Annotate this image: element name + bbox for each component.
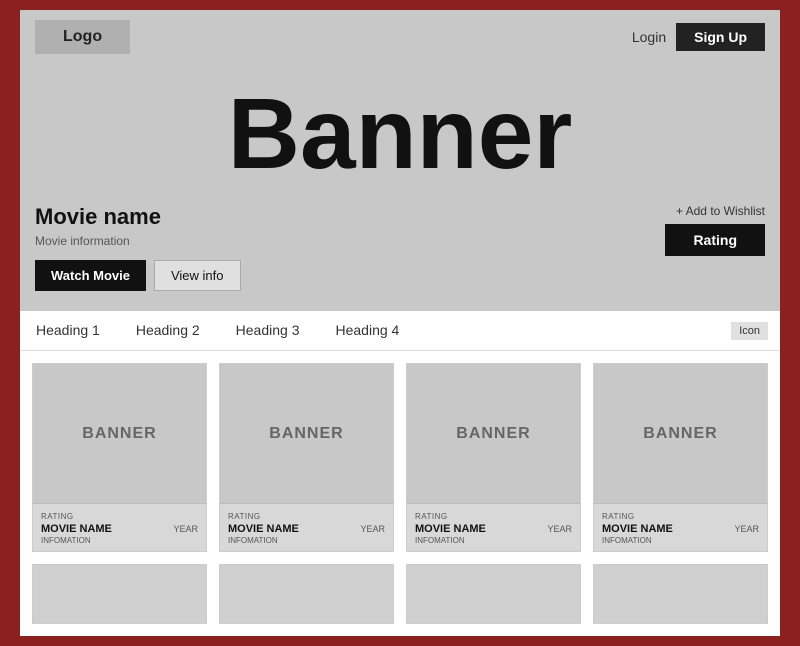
card-year: YEAR xyxy=(360,524,385,534)
card-info: RATING MOVIE NAME YEAR INFOMATION xyxy=(407,504,580,551)
movie-information: Movie information xyxy=(35,234,241,248)
movie-card-partial[interactable] xyxy=(593,564,768,624)
card-year: YEAR xyxy=(547,524,572,534)
card-movie-name: MOVIE NAME xyxy=(228,523,299,535)
logo: Logo xyxy=(35,20,130,54)
movie-card-partial[interactable] xyxy=(219,564,394,624)
header: Logo Login Sign Up xyxy=(20,10,780,64)
movie-card-partial[interactable] xyxy=(32,564,207,624)
nav-icon-button[interactable]: Icon xyxy=(731,322,768,340)
card-movie-name: MOVIE NAME xyxy=(602,523,673,535)
card-year: YEAR xyxy=(173,524,198,534)
movie-card[interactable]: BANNER RATING MOVIE NAME YEAR INFOMATION xyxy=(593,363,768,552)
movie-card[interactable]: BANNER RATING MOVIE NAME YEAR INFOMATION xyxy=(32,363,207,552)
movie-right: + Add to Wishlist Rating xyxy=(665,204,765,256)
card-movie-name-row: MOVIE NAME YEAR xyxy=(228,523,385,535)
movie-grid: BANNER RATING MOVIE NAME YEAR INFOMATION… xyxy=(32,363,768,552)
nav-tabs-row: Heading 1 Heading 2 Heading 3 Heading 4 … xyxy=(20,311,780,351)
card-rating-label: RATING xyxy=(415,512,572,521)
card-movie-name-row: MOVIE NAME YEAR xyxy=(602,523,759,535)
nav-tabs: Heading 1 Heading 2 Heading 3 Heading 4 xyxy=(32,312,417,350)
tab-heading1[interactable]: Heading 1 xyxy=(32,312,118,350)
movie-card-partial[interactable] xyxy=(406,564,581,624)
tab-heading4[interactable]: Heading 4 xyxy=(317,312,417,350)
card-banner: BANNER xyxy=(33,364,206,504)
card-info: RATING MOVIE NAME YEAR INFOMATION xyxy=(594,504,767,551)
card-banner: BANNER xyxy=(220,364,393,504)
card-movie-info: INFOMATION xyxy=(415,536,572,545)
card-movie-info: INFOMATION xyxy=(41,536,198,545)
movie-grid-section: BANNER RATING MOVIE NAME YEAR INFOMATION… xyxy=(20,351,780,636)
add-wishlist-button[interactable]: + Add to Wishlist xyxy=(676,204,765,218)
card-banner: BANNER xyxy=(594,364,767,504)
page-container: Logo Login Sign Up Banner Movie name Mov… xyxy=(20,10,780,636)
signup-button[interactable]: Sign Up xyxy=(676,23,765,51)
card-year: YEAR xyxy=(734,524,759,534)
movie-buttons: Watch Movie View info xyxy=(35,260,241,291)
card-rating-label: RATING xyxy=(228,512,385,521)
movie-left: Movie name Movie information Watch Movie… xyxy=(35,204,241,291)
card-movie-info: INFOMATION xyxy=(228,536,385,545)
movie-name: Movie name xyxy=(35,204,241,230)
login-button[interactable]: Login xyxy=(632,29,666,45)
card-info: RATING MOVIE NAME YEAR INFOMATION xyxy=(220,504,393,551)
card-movie-name-row: MOVIE NAME YEAR xyxy=(41,523,198,535)
banner-title: Banner xyxy=(35,84,765,184)
card-rating-label: RATING xyxy=(602,512,759,521)
banner-section: Banner Movie name Movie information Watc… xyxy=(20,64,780,311)
card-movie-name: MOVIE NAME xyxy=(41,523,112,535)
card-movie-info: INFOMATION xyxy=(602,536,759,545)
view-info-button[interactable]: View info xyxy=(154,260,241,291)
movie-card[interactable]: BANNER RATING MOVIE NAME YEAR INFOMATION xyxy=(219,363,394,552)
movie-card[interactable]: BANNER RATING MOVIE NAME YEAR INFOMATION xyxy=(406,363,581,552)
tab-heading2[interactable]: Heading 2 xyxy=(118,312,218,350)
watch-movie-button[interactable]: Watch Movie xyxy=(35,260,146,291)
card-banner: BANNER xyxy=(407,364,580,504)
movie-info-row: Movie name Movie information Watch Movie… xyxy=(35,204,765,291)
card-movie-name: MOVIE NAME xyxy=(415,523,486,535)
card-movie-name-row: MOVIE NAME YEAR xyxy=(415,523,572,535)
rating-button[interactable]: Rating xyxy=(665,224,765,256)
header-actions: Login Sign Up xyxy=(632,23,765,51)
card-rating-label: RATING xyxy=(41,512,198,521)
card-info: RATING MOVIE NAME YEAR INFOMATION xyxy=(33,504,206,551)
tab-heading3[interactable]: Heading 3 xyxy=(218,312,318,350)
movie-grid-row2 xyxy=(32,564,768,624)
